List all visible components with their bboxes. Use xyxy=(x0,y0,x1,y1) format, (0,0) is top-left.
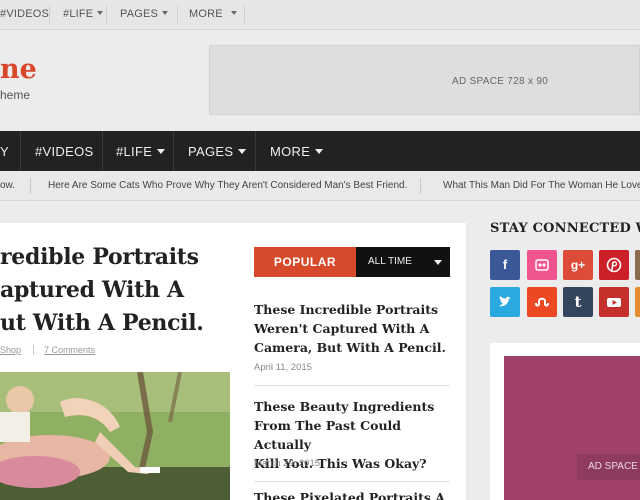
chevron-down-icon xyxy=(230,11,237,15)
featured-photo xyxy=(0,372,230,500)
sidebar-ad-label: AD SPACE 3 xyxy=(577,454,640,480)
divider xyxy=(177,6,178,23)
title-line: These Incredible Portraits xyxy=(254,302,439,317)
comments-link[interactable]: 7 Comments xyxy=(44,345,95,355)
divider xyxy=(20,131,21,171)
nav-item-videos[interactable]: #VIDEOS xyxy=(35,144,93,159)
instagram-icon[interactable] xyxy=(635,250,640,280)
top-menu-videos[interactable]: #VIDEOS xyxy=(0,8,49,20)
divider xyxy=(255,131,256,171)
nav-item-partial[interactable]: Y xyxy=(0,144,9,159)
select-value: ALL TIME xyxy=(368,256,412,267)
youtube-icon[interactable] xyxy=(599,287,629,317)
stay-connected-heading: STAY CONNECTED WI xyxy=(490,221,640,236)
title-line: Weren't Captured With A xyxy=(254,321,430,336)
site-tagline: heme xyxy=(0,88,31,102)
chevron-down-icon xyxy=(162,11,169,15)
chevron-down-icon xyxy=(97,11,104,15)
nav-item-life[interactable]: #LIFE xyxy=(116,144,166,159)
popular-item-title[interactable]: These Incredible Portraits Weren't Captu… xyxy=(254,300,454,357)
ticker-item[interactable]: What This Man Did For The Woman He Love xyxy=(443,180,640,191)
pinterest-icon[interactable] xyxy=(599,250,629,280)
header-ad-space[interactable]: AD SPACE 728 x 90 xyxy=(209,45,640,115)
chevron-down-icon xyxy=(434,260,442,265)
popular-item-title[interactable]: These Pixelated Portraits A xyxy=(254,492,454,500)
nav-item-pages[interactable]: PAGES xyxy=(188,144,247,159)
divider xyxy=(106,6,107,23)
top-menu-pages[interactable]: PAGES xyxy=(120,8,169,20)
divider xyxy=(244,6,245,23)
popular-item-date: March 29, 2015 xyxy=(254,458,321,469)
chevron-down-icon xyxy=(238,149,247,154)
rss-icon[interactable] xyxy=(635,287,640,317)
divider xyxy=(173,131,174,171)
site-logo[interactable]: ne xyxy=(0,54,37,85)
main-navigation: Y #VIDEOS #LIFE PAGES MORE xyxy=(0,131,640,171)
time-range-select[interactable]: ALL TIME xyxy=(356,247,450,277)
ticker-item[interactable]: ow. xyxy=(0,180,15,191)
divider xyxy=(420,178,421,194)
news-ticker: ow. Here Are Some Cats Who Prove Why The… xyxy=(0,171,640,201)
popular-item-date: April 11, 2015 xyxy=(254,362,312,373)
top-menu-bar: #VIDEOS #LIFE PAGES MORE xyxy=(0,0,640,30)
top-menu-more[interactable]: MORE xyxy=(189,8,237,20)
twitter-icon[interactable] xyxy=(490,287,520,317)
title-line: aptured With A xyxy=(0,277,184,303)
ticker-item[interactable]: Here Are Some Cats Who Prove Why They Ar… xyxy=(48,180,407,191)
title-line: From The Past Could Actually xyxy=(254,418,402,452)
title-line: Camera, But With A Pencil. xyxy=(254,340,446,355)
chevron-down-icon xyxy=(157,149,166,154)
divider xyxy=(254,481,450,482)
divider xyxy=(102,131,103,171)
divider xyxy=(49,6,50,23)
featured-article-image[interactable] xyxy=(0,372,230,500)
title-line: These Pixelated Portraits A xyxy=(254,492,445,500)
google-plus-icon[interactable]: g+ xyxy=(563,250,593,280)
flickr-icon[interactable] xyxy=(527,250,557,280)
divider xyxy=(30,178,31,194)
facebook-icon[interactable]: f xyxy=(490,250,520,280)
title-line: ut With A Pencil. xyxy=(0,310,204,336)
top-menu-life[interactable]: #LIFE xyxy=(63,8,104,20)
title-line: These Beauty Ingredients xyxy=(254,399,435,414)
tumblr-icon[interactable]: t xyxy=(563,287,593,317)
stumbleupon-icon[interactable] xyxy=(527,287,557,317)
featured-article-title[interactable]: redible Portraits aptured With A ut With… xyxy=(0,241,240,340)
chevron-down-icon xyxy=(315,149,324,154)
ad-label: AD SPACE 728 x 90 xyxy=(452,76,549,87)
nav-item-more[interactable]: MORE xyxy=(270,144,324,159)
author-link[interactable]: Shop xyxy=(0,345,21,355)
tab-popular[interactable]: POPULAR xyxy=(254,247,356,277)
divider xyxy=(254,385,450,386)
divider xyxy=(33,345,34,355)
title-line: redible Portraits xyxy=(0,244,199,270)
